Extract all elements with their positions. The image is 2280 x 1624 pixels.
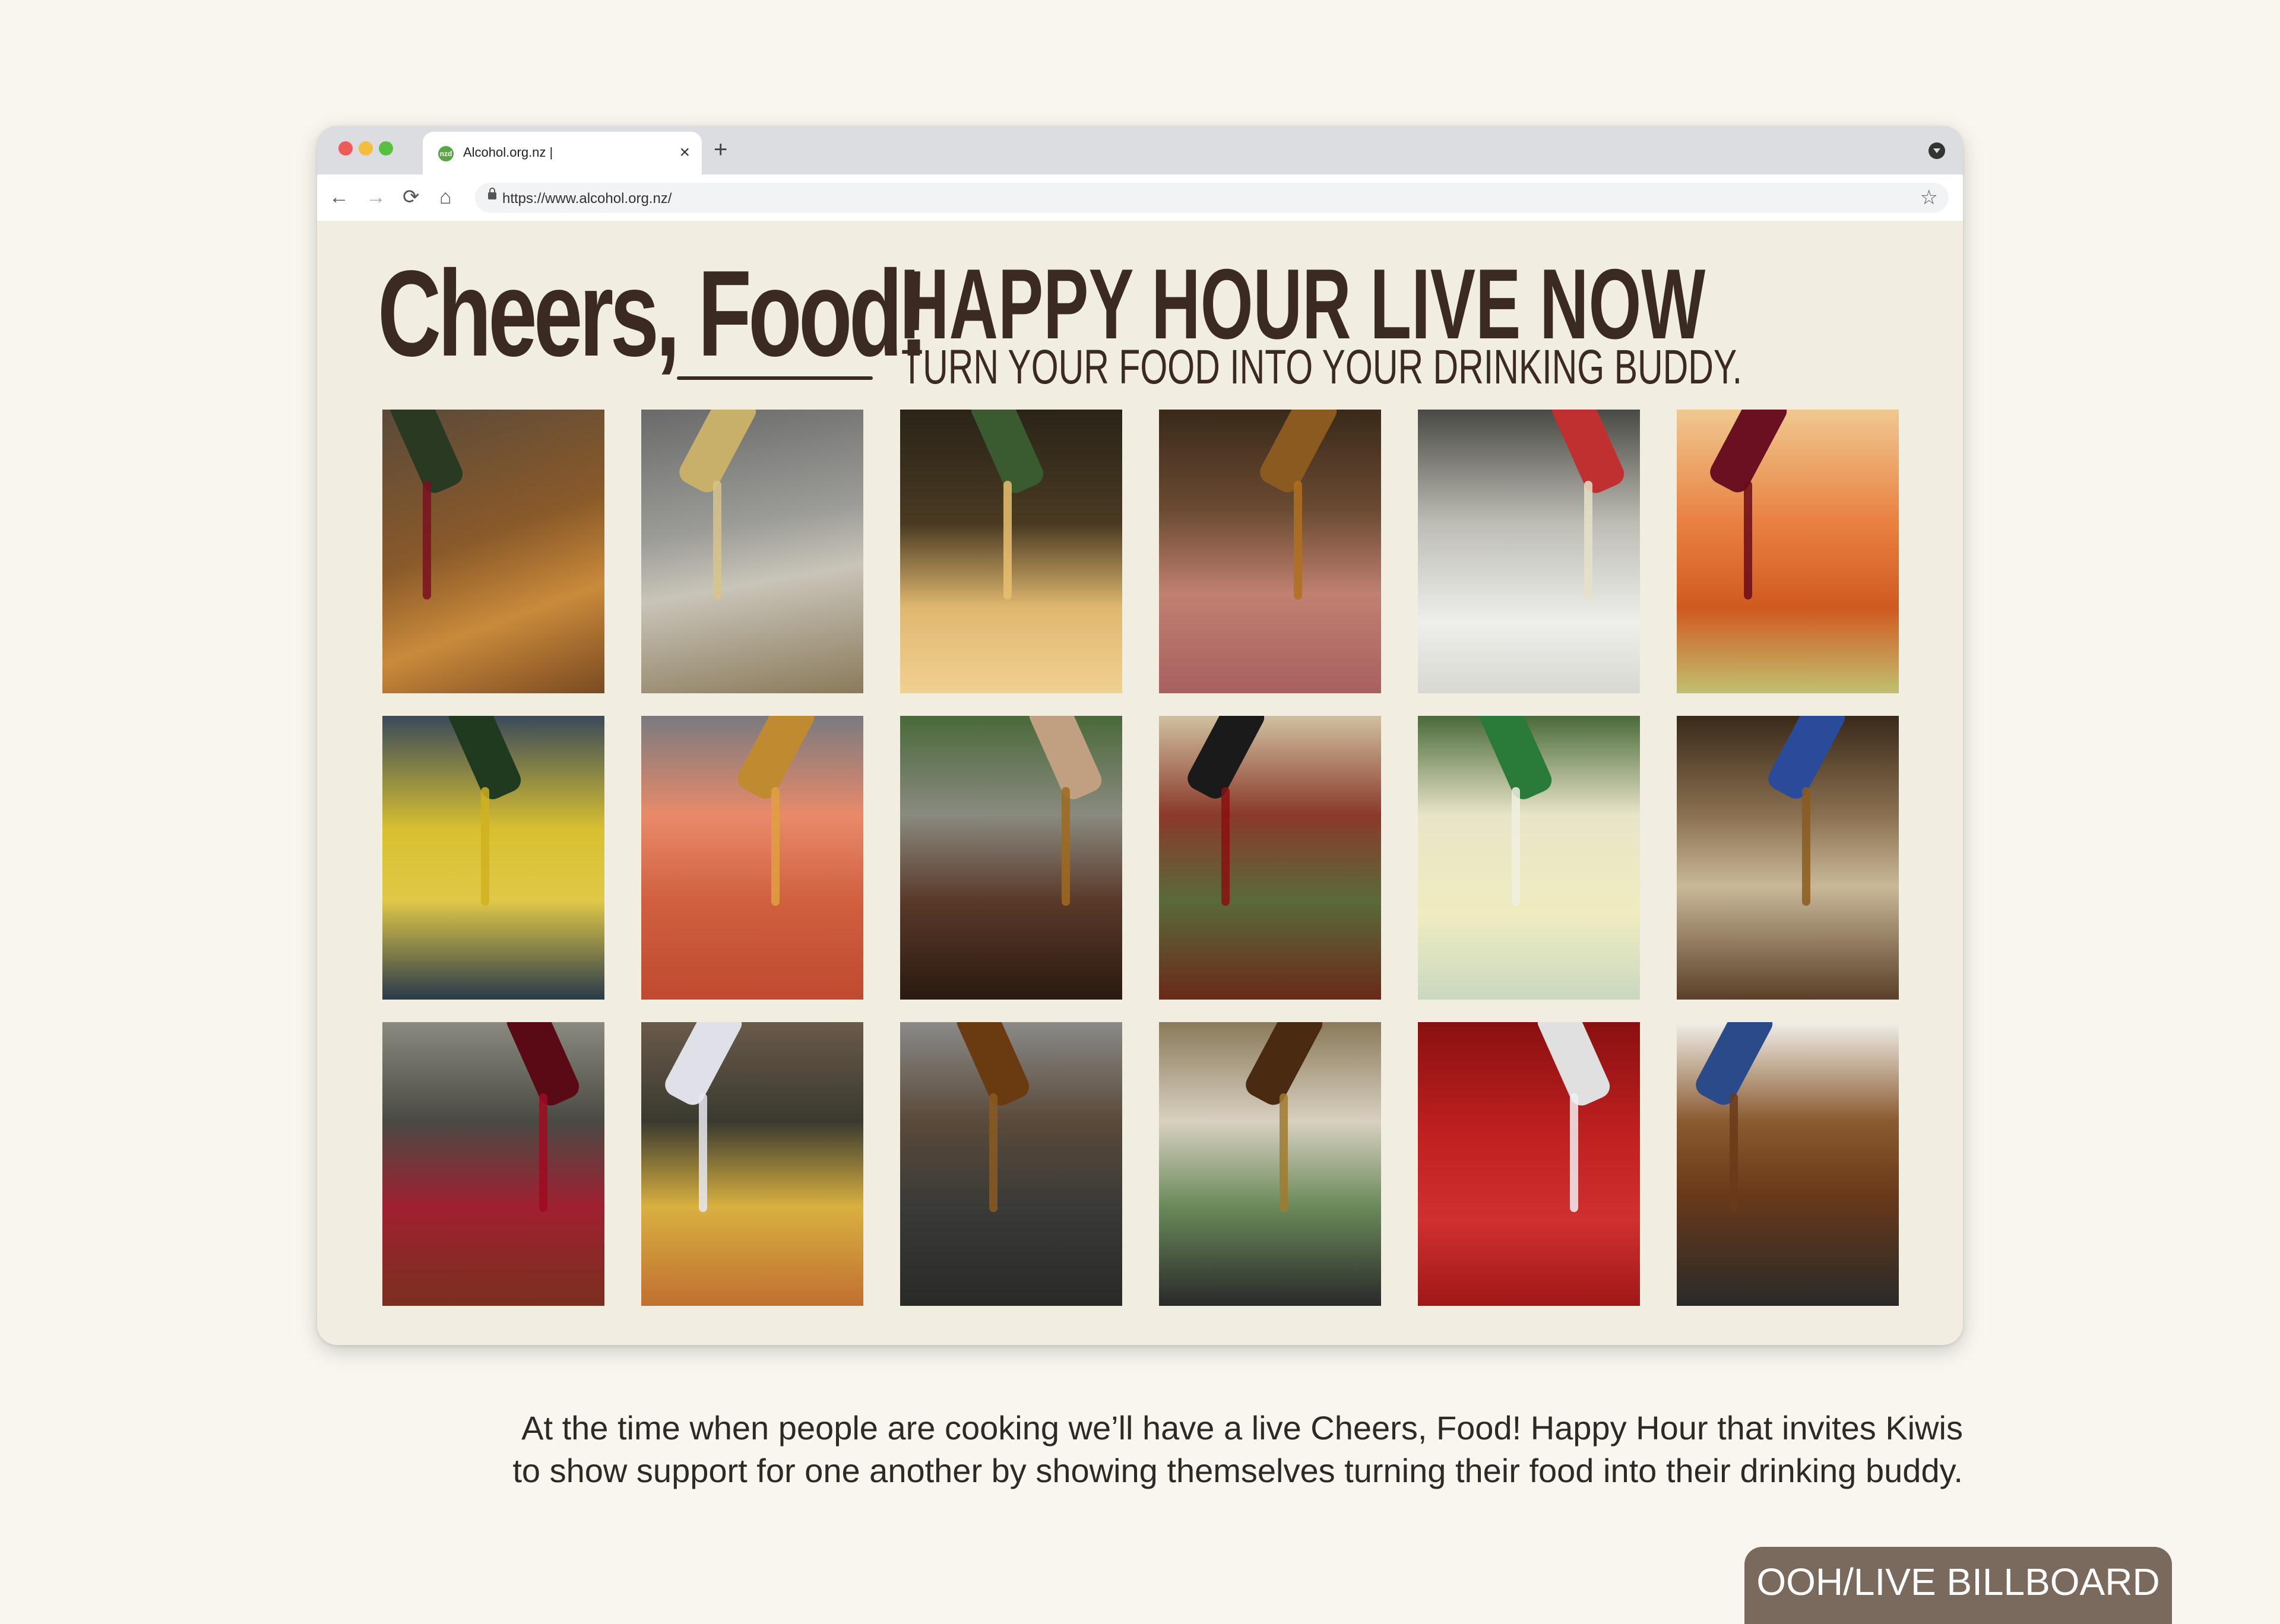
photo-wine-into-onion-pan[interactable] bbox=[382, 410, 604, 693]
close-window-button[interactable] bbox=[338, 141, 353, 156]
pour-stream bbox=[1294, 481, 1302, 600]
campaign-caption: At the time when people are cooking we’l… bbox=[451, 1407, 1963, 1492]
photo-vodka-into-tomato-sauce[interactable] bbox=[1418, 1022, 1640, 1306]
back-arrow-icon[interactable]: ← bbox=[329, 184, 349, 210]
profile-menu-icon[interactable] bbox=[1928, 142, 1945, 159]
photo-beer-into-dutch-oven[interactable] bbox=[1159, 1022, 1381, 1306]
pour-stream bbox=[423, 481, 431, 600]
photo-wine-into-butter[interactable] bbox=[382, 716, 604, 1000]
photo-liquor-over-pork[interactable] bbox=[1159, 410, 1381, 693]
photo-wine-into-roast-veg[interactable] bbox=[1159, 716, 1381, 1000]
pour-stream bbox=[1584, 481, 1592, 600]
pour-stream bbox=[481, 787, 489, 906]
media-type-badge: OOH/LIVE BILLBOARD bbox=[1744, 1547, 2172, 1624]
minimize-window-button[interactable] bbox=[359, 141, 373, 156]
url-text[interactable]: https://www.alcohol.org.nz/ bbox=[502, 191, 672, 207]
browser-window: nzd Alcohol.org.nz | × + ← → ⟳ ⌂ https:/… bbox=[317, 126, 1963, 1345]
pour-stream bbox=[1512, 787, 1520, 906]
page-content: Cheers, Food! HAPPY HOUR LIVE NOW TURN Y… bbox=[317, 221, 1963, 1345]
page-headline: HAPPY HOUR LIVE NOW bbox=[900, 248, 1706, 360]
reload-icon[interactable]: ⟳ bbox=[403, 184, 420, 210]
photo-red-wine-into-pot[interactable] bbox=[382, 1022, 604, 1306]
brand-logo: Cheers, Food! bbox=[378, 245, 929, 382]
pour-stream bbox=[699, 1093, 707, 1212]
pour-stream bbox=[1744, 481, 1752, 600]
pour-stream bbox=[713, 481, 721, 600]
badge-label: OOH/LIVE BILLBOARD bbox=[1756, 1560, 2160, 1603]
lock-icon bbox=[488, 188, 496, 199]
tab-title: Alcohol.org.nz | bbox=[463, 145, 553, 160]
bookmark-star-icon[interactable]: ☆ bbox=[1920, 186, 1938, 209]
pour-stream bbox=[1221, 787, 1230, 906]
pour-stream bbox=[1062, 787, 1070, 906]
caption-line-1: At the time when people are cooking we’l… bbox=[521, 1409, 1963, 1447]
site-favicon-icon: nzd bbox=[438, 146, 454, 161]
page-subheadline: TURN YOUR FOOD INTO YOUR DRINKING BUDDY. bbox=[901, 340, 1743, 394]
photo-vodka-into-stir-fry[interactable] bbox=[641, 1022, 863, 1306]
photo-whiskey-into-skillet[interactable] bbox=[900, 1022, 1122, 1306]
forward-arrow-icon[interactable]: → bbox=[366, 184, 386, 210]
pour-stream bbox=[989, 1093, 998, 1212]
brand-underline bbox=[677, 376, 873, 380]
pour-stream bbox=[539, 1093, 547, 1212]
address-bar[interactable]: https://www.alcohol.org.nz/ ☆ bbox=[475, 183, 1949, 212]
photo-gin-into-batter[interactable] bbox=[1418, 716, 1640, 1000]
maximize-window-button[interactable] bbox=[379, 141, 393, 156]
photo-beer-into-gnocchi[interactable] bbox=[900, 410, 1122, 693]
pour-stream bbox=[771, 787, 780, 906]
pour-stream bbox=[1802, 787, 1810, 906]
photo-wine-into-vegetables[interactable] bbox=[1677, 410, 1899, 693]
photo-beer-can-chicken[interactable] bbox=[1677, 1022, 1899, 1306]
browser-tab[interactable]: nzd Alcohol.org.nz | × bbox=[423, 132, 702, 175]
photo-spirit-into-stew-pot[interactable] bbox=[641, 716, 863, 1000]
photo-whiskey-into-marinade[interactable] bbox=[900, 716, 1122, 1000]
caption-line-2: to show support for one another by showi… bbox=[512, 1452, 1963, 1489]
tab-close-icon[interactable]: × bbox=[679, 141, 690, 164]
photo-brandy-over-mushrooms[interactable] bbox=[1677, 716, 1899, 1000]
new-tab-icon[interactable]: + bbox=[714, 135, 727, 164]
pour-stream bbox=[1003, 481, 1012, 600]
pour-stream bbox=[1730, 1093, 1738, 1212]
photo-pouring-into-skillet[interactable] bbox=[641, 410, 863, 693]
pour-stream bbox=[1570, 1093, 1578, 1212]
photo-grid bbox=[382, 410, 1899, 1306]
pour-stream bbox=[1280, 1093, 1288, 1212]
photo-can-into-flour[interactable] bbox=[1418, 410, 1640, 693]
tab-bar: nzd Alcohol.org.nz | × + bbox=[317, 126, 1963, 175]
browser-toolbar: ← → ⟳ ⌂ https://www.alcohol.org.nz/ ☆ bbox=[317, 175, 1963, 222]
home-icon[interactable]: ⌂ bbox=[439, 184, 452, 210]
